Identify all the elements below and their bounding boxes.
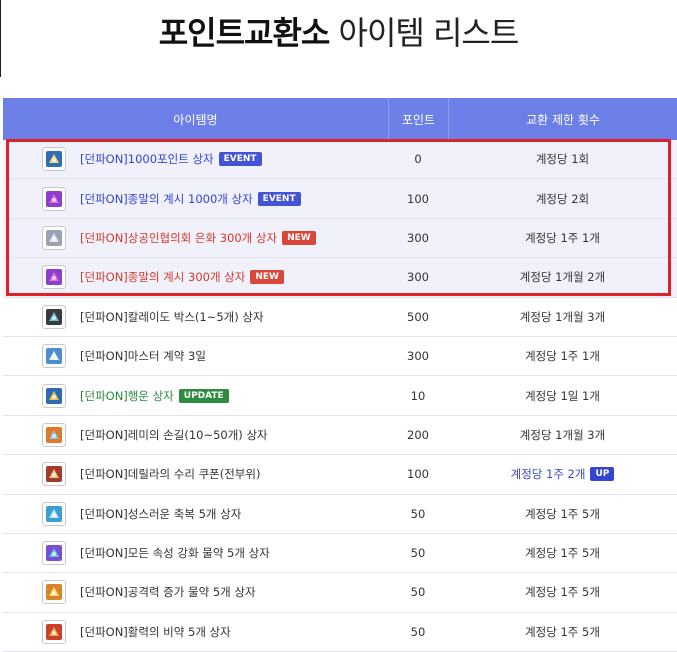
table-row[interactable]: [던파ON]성스러운 축복 5개 상자 50 계정당 1주 5개 xyxy=(3,495,677,534)
item-name[interactable]: [던파ON]칼레이도 박스(1~5개) 상자 xyxy=(80,309,264,325)
limit-cell: 계정당 1주 5개 xyxy=(448,534,677,572)
table-row[interactable]: [던파ON]칼레이도 박스(1~5개) 상자 500 계정당 1개월 3개 xyxy=(3,298,677,337)
page-title: 포인트교환소 아이템 리스트 xyxy=(0,8,677,58)
item-name-cell: [던파ON]활력의 비약 5개 상자 xyxy=(3,613,388,651)
limit-cell: 계정당 1주 2개 UP xyxy=(448,455,677,493)
item-name[interactable]: [던파ON]레미의 손길(10~50개) 상자 xyxy=(80,427,268,443)
header-item-name: 아이템명 xyxy=(173,112,218,127)
lucky-box-icon xyxy=(42,383,66,408)
limit-text: 계정당 1주 2개 xyxy=(510,467,586,482)
item-name-cell: [던파ON]마스터 계약 3일 xyxy=(3,337,388,375)
limit-text: 계정당 1주 5개 xyxy=(525,506,600,521)
limit-text: 계정당 1주 5개 xyxy=(525,546,600,561)
title-thin: 아이템 리스트 xyxy=(338,14,520,52)
points-cell: 50 xyxy=(410,624,426,639)
points-cell: 200 xyxy=(407,427,429,442)
limit-cell: 계정당 1주 5개 xyxy=(448,495,677,533)
limit-cell: 계정당 1주 5개 xyxy=(448,573,677,611)
vitality-elixir-icon xyxy=(42,619,66,644)
table-row[interactable]: [던파ON]데릴라의 수리 쿠폰(전부위) 100 계정당 1주 2개 UP xyxy=(3,455,677,495)
item-name-cell: [던파ON]칼레이도 박스(1~5개) 상자 xyxy=(3,298,388,336)
attack-potion-icon xyxy=(42,580,66,605)
table-row[interactable]: [던파ON]마스터 계약 3일 300 계정당 1주 1개 xyxy=(3,337,677,377)
limit-text: 계정당 1개월 3개 xyxy=(519,309,606,324)
item-name-cell: [던파ON]레미의 손길(10~50개) 상자 xyxy=(3,416,388,454)
table-row[interactable]: [던파ON]레미의 손길(10~50개) 상자 200 계정당 1개월 3개 xyxy=(3,416,677,456)
item-name[interactable]: [던파ON]모든 속성 강화 물약 5개 상자 xyxy=(80,545,270,561)
kaleido-box-icon xyxy=(42,304,66,329)
item-name-cell: [던파ON]행운 상자 UPDATE xyxy=(3,376,388,414)
limit-text: 계정당 1주 5개 xyxy=(525,585,600,600)
table-header: 아이템명 포인트 교환 제한 횟수 xyxy=(3,98,677,140)
update-badge: UPDATE xyxy=(178,388,229,403)
item-name[interactable]: [던파ON]공격력 증가 물약 5개 상자 xyxy=(80,584,256,600)
remy-touch-icon xyxy=(42,422,66,447)
header-limit: 교환 제한 횟수 xyxy=(448,98,677,140)
limit-text: 계정당 1주 1개 xyxy=(525,349,600,364)
points-cell: 100 xyxy=(407,467,429,482)
points-cell: 300 xyxy=(407,349,429,364)
item-name-cell: [던파ON]모든 속성 강화 물약 5개 상자 xyxy=(3,534,388,572)
points-cell: 50 xyxy=(410,585,426,600)
table-row[interactable]: [던파ON]공격력 증가 물약 5개 상자 50 계정당 1주 5개 xyxy=(3,573,677,613)
header-points: 포인트 xyxy=(388,98,448,140)
item-name-cell: [던파ON]공격력 증가 물약 5개 상자 xyxy=(3,573,388,611)
item-name[interactable]: [던파ON]성스러운 축복 5개 상자 xyxy=(80,506,241,522)
limit-text: 계정당 1주 5개 xyxy=(525,624,600,639)
blessing-box-icon xyxy=(42,501,66,526)
title-bold: 포인트교환소 xyxy=(158,14,331,52)
up-badge: UP xyxy=(590,467,615,482)
limit-text: 계정당 1일 1개 xyxy=(525,388,600,403)
table-row[interactable]: [던파ON]모든 속성 강화 물약 5개 상자 50 계정당 1주 5개 xyxy=(3,534,677,574)
item-name[interactable]: [던파ON]마스터 계약 3일 xyxy=(80,348,206,364)
limit-cell: 계정당 1개월 3개 xyxy=(448,416,677,454)
limit-cell: 계정당 1주 5개 xyxy=(448,613,677,651)
element-potion-icon xyxy=(42,541,66,566)
table-row[interactable]: [던파ON]행운 상자 UPDATE 10 계정당 1일 1개 xyxy=(3,376,677,416)
item-name[interactable]: [던파ON]활력의 비약 5개 상자 xyxy=(80,624,231,640)
limit-cell: 계정당 1주 1개 xyxy=(448,337,677,375)
limit-cell: 계정당 1일 1개 xyxy=(448,376,677,414)
item-name[interactable]: [던파ON]데릴라의 수리 쿠폰(전부위) xyxy=(80,466,260,482)
points-cell: 50 xyxy=(410,506,426,521)
points-cell: 10 xyxy=(410,388,426,403)
item-name-cell: [던파ON]성스러운 축복 5개 상자 xyxy=(3,495,388,533)
repair-coupon-icon xyxy=(42,462,66,487)
table-row[interactable]: [던파ON]활력의 비약 5개 상자 50 계정당 1주 5개 xyxy=(3,613,677,652)
points-cell: 50 xyxy=(410,546,426,561)
limit-cell: 계정당 1개월 3개 xyxy=(448,298,677,336)
item-name[interactable]: [던파ON]행운 상자 xyxy=(80,388,174,404)
points-cell: 500 xyxy=(407,309,429,324)
item-name-cell: [던파ON]데릴라의 수리 쿠폰(전부위) xyxy=(3,455,388,493)
contract-icon xyxy=(42,344,66,369)
limit-text: 계정당 1개월 3개 xyxy=(519,427,606,442)
highlight-box xyxy=(6,139,671,296)
